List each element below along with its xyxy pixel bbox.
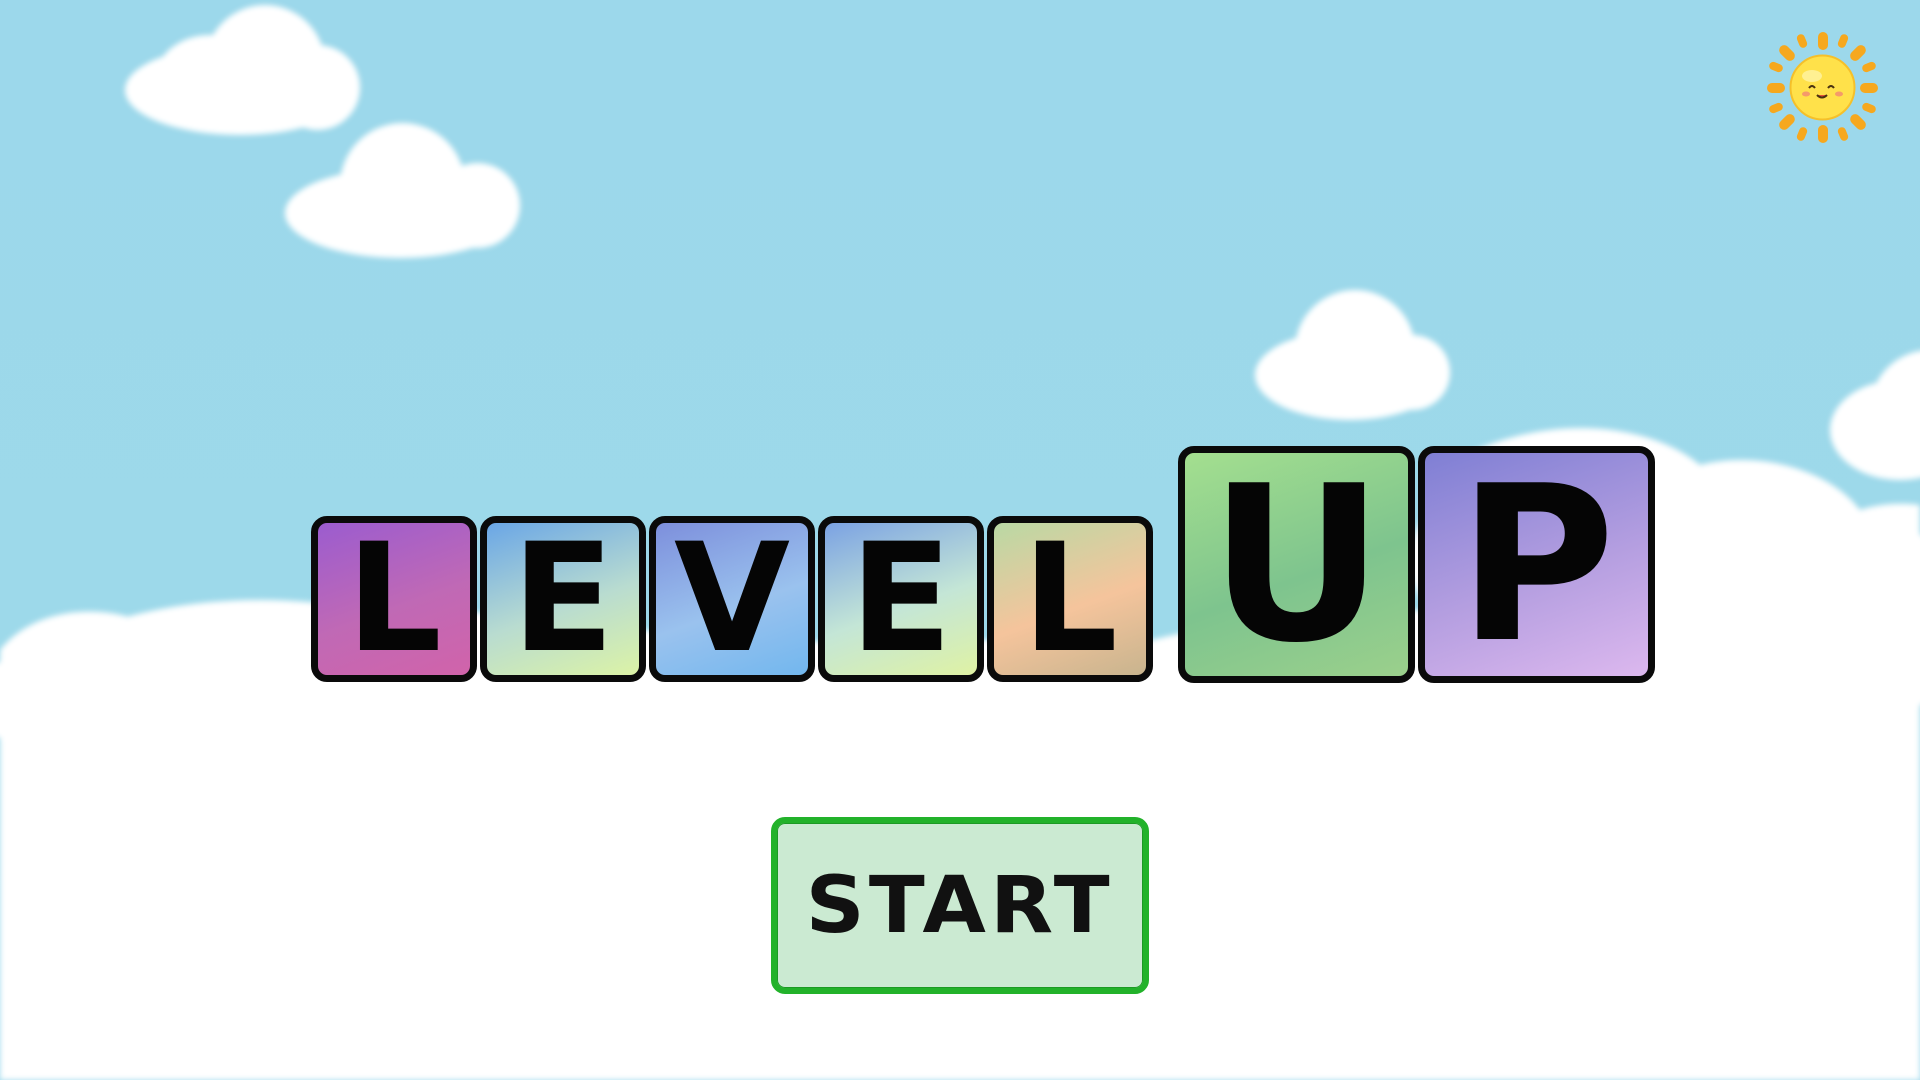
title-letter-tile: E — [480, 516, 646, 682]
game-scene: LEVELUP START — [0, 0, 1920, 1080]
title-letter-tile: L — [987, 516, 1153, 682]
title-letter: E — [511, 516, 615, 682]
title-letter: V — [673, 516, 791, 682]
start-button-label: START — [805, 860, 1115, 951]
game-title: LEVELUP — [311, 446, 1655, 686]
sun-icon — [1767, 32, 1878, 143]
title-letter: L — [346, 516, 442, 682]
start-button[interactable]: START — [771, 817, 1149, 994]
title-letter: U — [1209, 446, 1384, 683]
title-letter-tile: V — [649, 516, 815, 682]
title-letter: P — [1457, 446, 1616, 683]
title-letter: E — [849, 516, 953, 682]
title-letter: L — [1022, 516, 1118, 682]
title-letter-tile: L — [311, 516, 477, 682]
title-letter-tile: U — [1178, 446, 1415, 683]
title-letter-tile: P — [1418, 446, 1655, 683]
title-letter-tile: E — [818, 516, 984, 682]
